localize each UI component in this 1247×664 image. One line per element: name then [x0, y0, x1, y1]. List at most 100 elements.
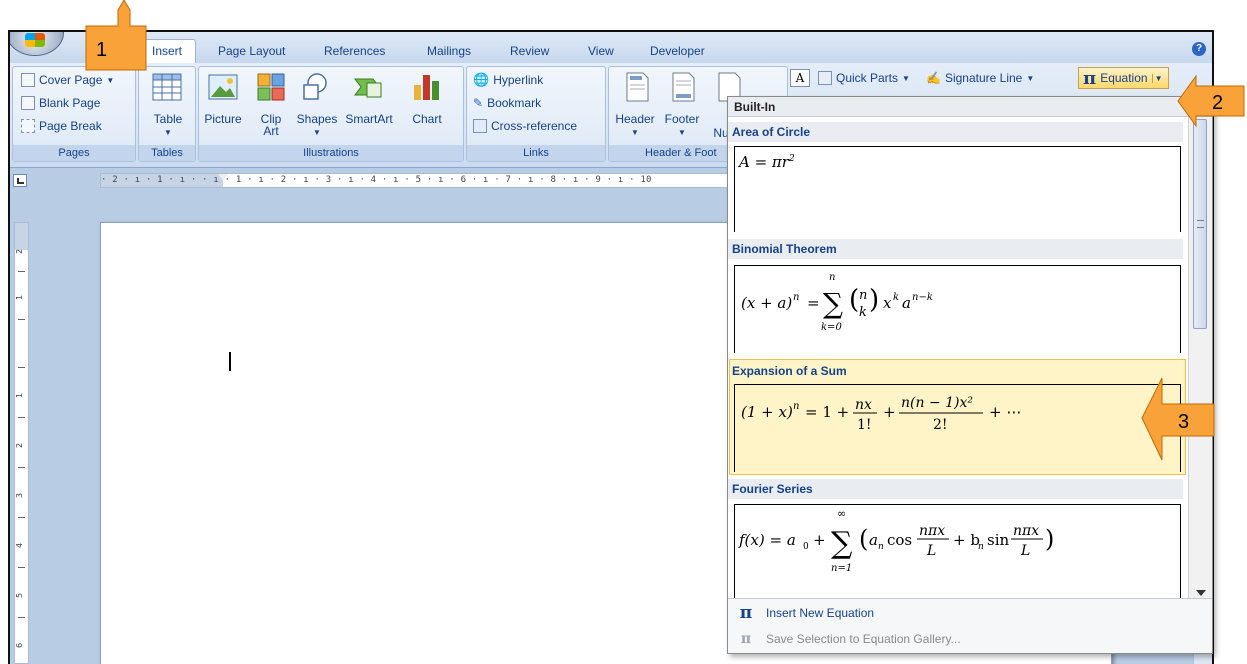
eq-item-area-of-circle[interactable]: A = πr2: [734, 146, 1181, 232]
svg-text:nπx: nπx: [1013, 523, 1039, 539]
tab-selector-button[interactable]: [13, 174, 27, 187]
svg-text:2!: 2!: [933, 417, 948, 433]
tab-review[interactable]: Review: [510, 44, 549, 63]
svg-text:1!: 1!: [857, 417, 872, 433]
bookmark-button[interactable]: ✎ Bookmark: [473, 94, 541, 112]
smartart-button[interactable]: SmartArt: [339, 113, 399, 125]
footer-button[interactable]: Footer: [659, 113, 705, 125]
chevron-down-icon: ▼: [1026, 73, 1035, 83]
bookmark-icon: ✎: [473, 96, 484, 110]
picture-icon: [208, 74, 238, 100]
eq-item-expansion-of-a-sum[interactable]: (1 + x) n = 1 + nx 1! + n(n − 1)x² 2! + …: [734, 384, 1181, 472]
svg-text:n(n − 1)x²: n(n − 1)x²: [901, 395, 973, 411]
gallery-scroll-thumb[interactable]: [1193, 119, 1207, 329]
vruler-number: 2: [15, 248, 25, 255]
svg-text:k: k: [859, 305, 867, 320]
cover-page-label: Cover Page: [39, 73, 103, 87]
chevron-down-icon[interactable]: ▼: [1151, 73, 1165, 83]
indent-marker-icon[interactable]: [218, 174, 228, 181]
eq-title-expansion-of-a-sum: Expansion of a Sum: [732, 364, 847, 378]
grip-icon: [1197, 220, 1204, 228]
svg-text:n: n: [859, 288, 867, 303]
group-label-illustrations: Illustrations: [199, 145, 463, 161]
svg-text:+: +: [813, 531, 826, 549]
eq-formula-expansion-of-a-sum: (1 + x) n = 1 + nx 1! + n(n − 1)x² 2! + …: [741, 395, 1021, 433]
group-pages: Cover Page ▼ Blank Page Page Break Pages: [12, 66, 136, 162]
insert-new-equation-item[interactable]: π Insert New Equation: [728, 600, 1212, 626]
horizontal-ruler[interactable]: · 2 · ı · 1 · ı · · ı · 1 · ı · 2 · ı · …: [100, 173, 740, 188]
eq-formula-fourier-series: f(x) = a 0 + ∞ ∑ n=1 ( a n cos nπx L + b…: [738, 507, 1054, 574]
svg-text:0: 0: [803, 542, 809, 552]
eq-item-binomial-theorem[interactable]: (x + a) n = n ∑ k=0 ( n k ) x k a n−k: [734, 265, 1181, 353]
text-box-icon[interactable]: A: [790, 69, 810, 87]
header-icon: [626, 72, 649, 102]
vruler-number: 2: [15, 442, 25, 449]
blank-page-label: Blank Page: [39, 96, 101, 110]
vertical-ruler[interactable]: 2 1 1 2 3 4 5 6: [14, 222, 29, 664]
header-button[interactable]: Header: [611, 113, 659, 125]
callout-2-number: 2: [1212, 92, 1223, 114]
svg-text:f(x) = a: f(x) = a: [738, 531, 796, 549]
clip-art-button[interactable]: Clip Art: [251, 113, 291, 137]
tab-developer[interactable]: Developer: [650, 44, 705, 63]
chevron-down-icon: ▼: [106, 75, 115, 85]
vruler-tick: [18, 617, 25, 618]
group-label-pages: Pages: [13, 145, 135, 161]
table-button[interactable]: Table: [139, 113, 197, 125]
tab-references[interactable]: References: [324, 44, 385, 63]
table-icon: [152, 73, 182, 101]
svg-text:n: n: [793, 401, 799, 412]
text-cursor: [229, 352, 231, 371]
svg-text:n: n: [829, 272, 835, 283]
blank-page-button[interactable]: Blank Page: [21, 94, 100, 112]
svg-text:∞: ∞: [837, 507, 846, 520]
smartart-icon: [354, 78, 382, 98]
tab-view[interactable]: View: [588, 44, 614, 63]
vruler-number: 3: [15, 492, 25, 499]
tab-mailings[interactable]: Mailings: [427, 44, 471, 63]
hyperlink-button[interactable]: 🌐 Hyperlink: [473, 71, 543, 89]
svg-text:n=1: n=1: [831, 563, 852, 574]
gallery-footer: π Insert New Equation π Save Selection t…: [728, 598, 1212, 653]
chart-button[interactable]: Chart: [405, 113, 449, 125]
vruler-number: 1: [15, 294, 25, 301]
cover-page-button[interactable]: Cover Page ▼: [21, 71, 114, 89]
chevron-down-icon: ▼: [164, 128, 172, 137]
equation-button[interactable]: π Equation ▼: [1078, 67, 1170, 89]
eq-formula-binomial-theorem: (x + a) n = n ∑ k=0 ( n k ) x k a n−k: [741, 272, 933, 333]
vruler-number: 1: [15, 392, 25, 399]
vruler-tick: [18, 417, 25, 418]
eq-item-fourier-series[interactable]: f(x) = a 0 + ∞ ∑ n=1 ( a n cos nπx L + b…: [734, 504, 1181, 600]
help-icon[interactable]: ?: [1192, 42, 1206, 56]
scroll-down-icon[interactable]: [1196, 590, 1206, 596]
shapes-button[interactable]: Shapes ▼: [293, 113, 341, 139]
svg-text:a: a: [902, 294, 911, 312]
vruler-number: 6: [15, 642, 25, 649]
group-label-links: Links: [467, 145, 605, 161]
page-break-icon: [21, 119, 35, 133]
svg-text:+ ⋯: + ⋯: [989, 403, 1021, 421]
ruler-scale: · 2 · ı · 1 · ı · · ı · 1 · ı · 2 · ı · …: [101, 175, 652, 185]
svg-text:k=0: k=0: [821, 322, 842, 333]
clip-art-icon: [257, 73, 285, 101]
page-break-button[interactable]: Page Break: [21, 117, 102, 135]
eq-title-fourier-series: Fourier Series: [728, 479, 1183, 499]
shapes-icon: [303, 73, 327, 100]
quick-parts-button[interactable]: Quick Parts ▼: [818, 69, 910, 87]
cross-reference-button[interactable]: Cross-reference: [473, 117, 577, 135]
chevron-down-icon: ▼: [631, 128, 639, 137]
save-equation-icon: π: [740, 631, 752, 647]
equation-label: Equation: [1100, 71, 1148, 85]
save-selection-item: π Save Selection to Equation Gallery...: [728, 626, 1212, 652]
svg-text:∑: ∑: [831, 526, 853, 561]
svg-text:(x + a): (x + a): [741, 294, 792, 312]
vruler-tick: [18, 319, 25, 320]
signature-line-button[interactable]: ✍ Signature Line ▼: [926, 69, 1034, 87]
tab-page-layout[interactable]: Page Layout: [218, 44, 285, 63]
svg-text:n: n: [978, 542, 984, 552]
group-links: 🌐 Hyperlink ✎ Bookmark Cross-reference Lin…: [466, 66, 606, 162]
shapes-label: Shapes: [296, 112, 338, 126]
eq-title-area-of-circle: Area of Circle: [728, 122, 1183, 142]
picture-button[interactable]: Picture: [201, 113, 245, 125]
gallery-scrollbar[interactable]: [1188, 117, 1212, 600]
